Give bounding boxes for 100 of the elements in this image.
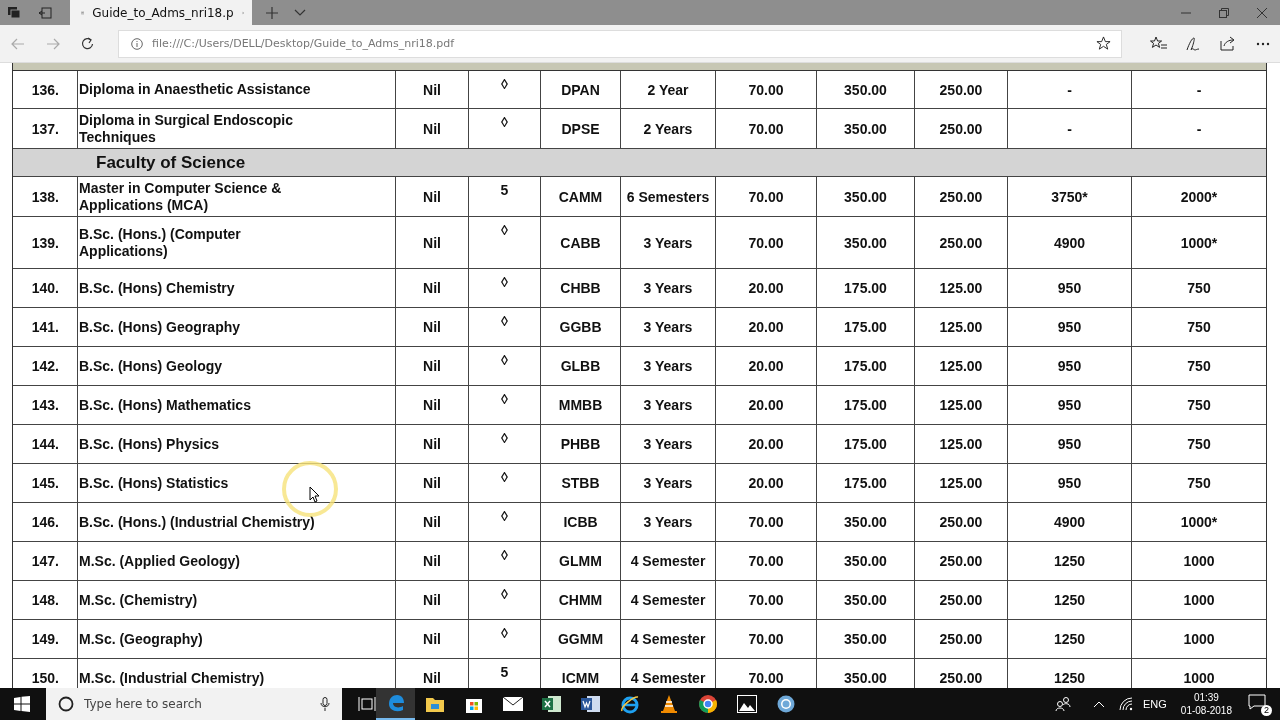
traffic-cone-icon[interactable]: [659, 694, 678, 714]
table-cell: 175.00: [844, 280, 887, 296]
table-cell: 125.00: [939, 280, 983, 296]
table-cell: 5: [500, 664, 509, 680]
ring-icon[interactable]: [775, 694, 796, 714]
table-cell: 750: [1187, 280, 1211, 296]
table-cell: 125.00: [939, 397, 983, 413]
clock[interactable]: 01:39 01-08-2018: [1180, 691, 1232, 717]
table-cell: -: [1196, 120, 1202, 137]
course-name: M.Sc. (Industrial Chemistry): [79, 669, 265, 687]
duration: 2 Year: [647, 81, 689, 98]
favorites-icon[interactable]: [1150, 36, 1167, 51]
table-cell: Nil: [423, 81, 441, 98]
table-cell: ◊: [501, 586, 508, 602]
table-cell: ◊: [501, 625, 508, 641]
chrome-icon[interactable]: [697, 694, 718, 714]
table-cell: Nil: [423, 514, 441, 530]
course-code: GGMM: [557, 631, 604, 647]
duration: 3 Years: [643, 234, 693, 251]
pen-icon[interactable]: [1185, 35, 1200, 52]
table-cell: 750: [1187, 436, 1211, 452]
row-number: 148.: [31, 592, 59, 608]
table-cell: 70.00: [748, 81, 784, 98]
internet-explorer-icon[interactable]: [619, 694, 640, 714]
table-cell: 350.00: [844, 81, 887, 98]
wifi-icon[interactable]: [1119, 697, 1133, 711]
table-cell: 70.00: [748, 120, 784, 137]
share-icon[interactable]: [1220, 36, 1236, 51]
chevron-down-icon[interactable]: [294, 8, 306, 17]
duration: 2 Years: [643, 120, 693, 137]
duration: 4 Semester: [630, 592, 706, 608]
people-icon[interactable]: [1055, 696, 1071, 712]
table-cell: Nil: [423, 397, 441, 413]
more-icon[interactable]: [1256, 41, 1270, 46]
table-cell: 1000*: [1180, 234, 1218, 251]
section-heading: Faculty of Science: [96, 152, 246, 173]
table-cell: 125.00: [939, 436, 983, 452]
time-text: 01:39: [1193, 691, 1219, 704]
table-cell: 350.00: [844, 631, 887, 647]
table-cell: Nil: [423, 188, 441, 205]
restore-icon[interactable]: [1219, 7, 1229, 18]
duration: 4 Semester: [630, 670, 706, 686]
taskbar-search-bar[interactable]: Type here to search: [46, 688, 342, 720]
address-bar[interactable]: file:///C:/Users/DELL/Desktop/Guide_to_Adms_nri18.pdf: [118, 29, 1122, 58]
document-icon[interactable]: [580, 695, 601, 713]
photos-icon[interactable]: [736, 695, 757, 713]
table-cell: -: [1067, 120, 1072, 137]
course-code: ICMM: [561, 670, 600, 686]
course-name: B.Sc. (Hons) Statistics: [79, 474, 229, 492]
table-cell: ◊: [501, 313, 508, 329]
table-cell: 950: [1057, 280, 1082, 296]
table-cell: Nil: [423, 319, 441, 335]
microphone-icon[interactable]: [320, 696, 330, 712]
table-cell: ◊: [501, 547, 508, 563]
spreadsheet-icon[interactable]: [541, 695, 562, 713]
table-cell: 175.00: [844, 475, 887, 491]
table-cell: Nil: [423, 553, 441, 569]
new-tab-icon[interactable]: [266, 6, 278, 19]
table-cell: ◊: [501, 508, 508, 524]
browser-tab[interactable]: Guide_to_Adms_nri18.p: [70, 0, 252, 25]
table-cell: 70.00: [748, 188, 784, 205]
table-cell: Nil: [423, 670, 441, 686]
search-field[interactable]: Type here to search: [82, 696, 312, 712]
star-icon[interactable]: [1096, 36, 1111, 51]
table-cell: -: [1196, 81, 1202, 98]
course-code: GLBB: [560, 358, 601, 374]
duration: 3 Years: [643, 436, 693, 452]
table-cell: 20.00: [748, 280, 784, 296]
table-cell: 5: [500, 182, 509, 198]
table-cell: 70.00: [748, 234, 784, 251]
duration: 3 Years: [643, 280, 693, 296]
course-code: GGBB: [559, 319, 602, 335]
table-cell: 950: [1057, 319, 1082, 335]
task-view-icon[interactable]: [358, 696, 376, 712]
mail-icon[interactable]: [502, 697, 523, 711]
refresh-icon[interactable]: [81, 37, 94, 50]
table-cell: 4900: [1053, 234, 1086, 251]
table-cell: 250.00: [939, 234, 983, 251]
table-cell: 350.00: [844, 592, 887, 608]
windows-icon[interactable]: [14, 696, 30, 712]
table-cell: 250.00: [939, 592, 983, 608]
set-aside-icon[interactable]: [38, 5, 52, 20]
table-cell: 950: [1057, 436, 1082, 452]
chevron-up-icon[interactable]: [1093, 700, 1105, 708]
table-cell: 70.00: [748, 631, 784, 647]
table-cell: ◊: [501, 430, 508, 446]
table-cell: 4900: [1053, 514, 1086, 530]
course-code: DPSE: [561, 120, 600, 137]
table-cell: 70.00: [748, 670, 784, 686]
row-number: 140.: [31, 280, 59, 296]
url-text: file:///C:/Users/DELL/Desktop/Guide_to_Adms_nri18.pdf: [152, 37, 455, 50]
table-cell: Nil: [423, 120, 441, 137]
duration: 4 Semester: [630, 553, 706, 569]
tabs-icon[interactable]: [7, 5, 21, 20]
folder-icon[interactable]: [424, 695, 445, 713]
language-indicator[interactable]: ENG: [1143, 698, 1167, 710]
course-name: Diploma in Anaesthetic Assistance: [79, 81, 311, 98]
table-cell: 350.00: [844, 670, 887, 686]
course-code: CAMM: [558, 188, 603, 205]
table-cell: 950: [1057, 358, 1082, 374]
